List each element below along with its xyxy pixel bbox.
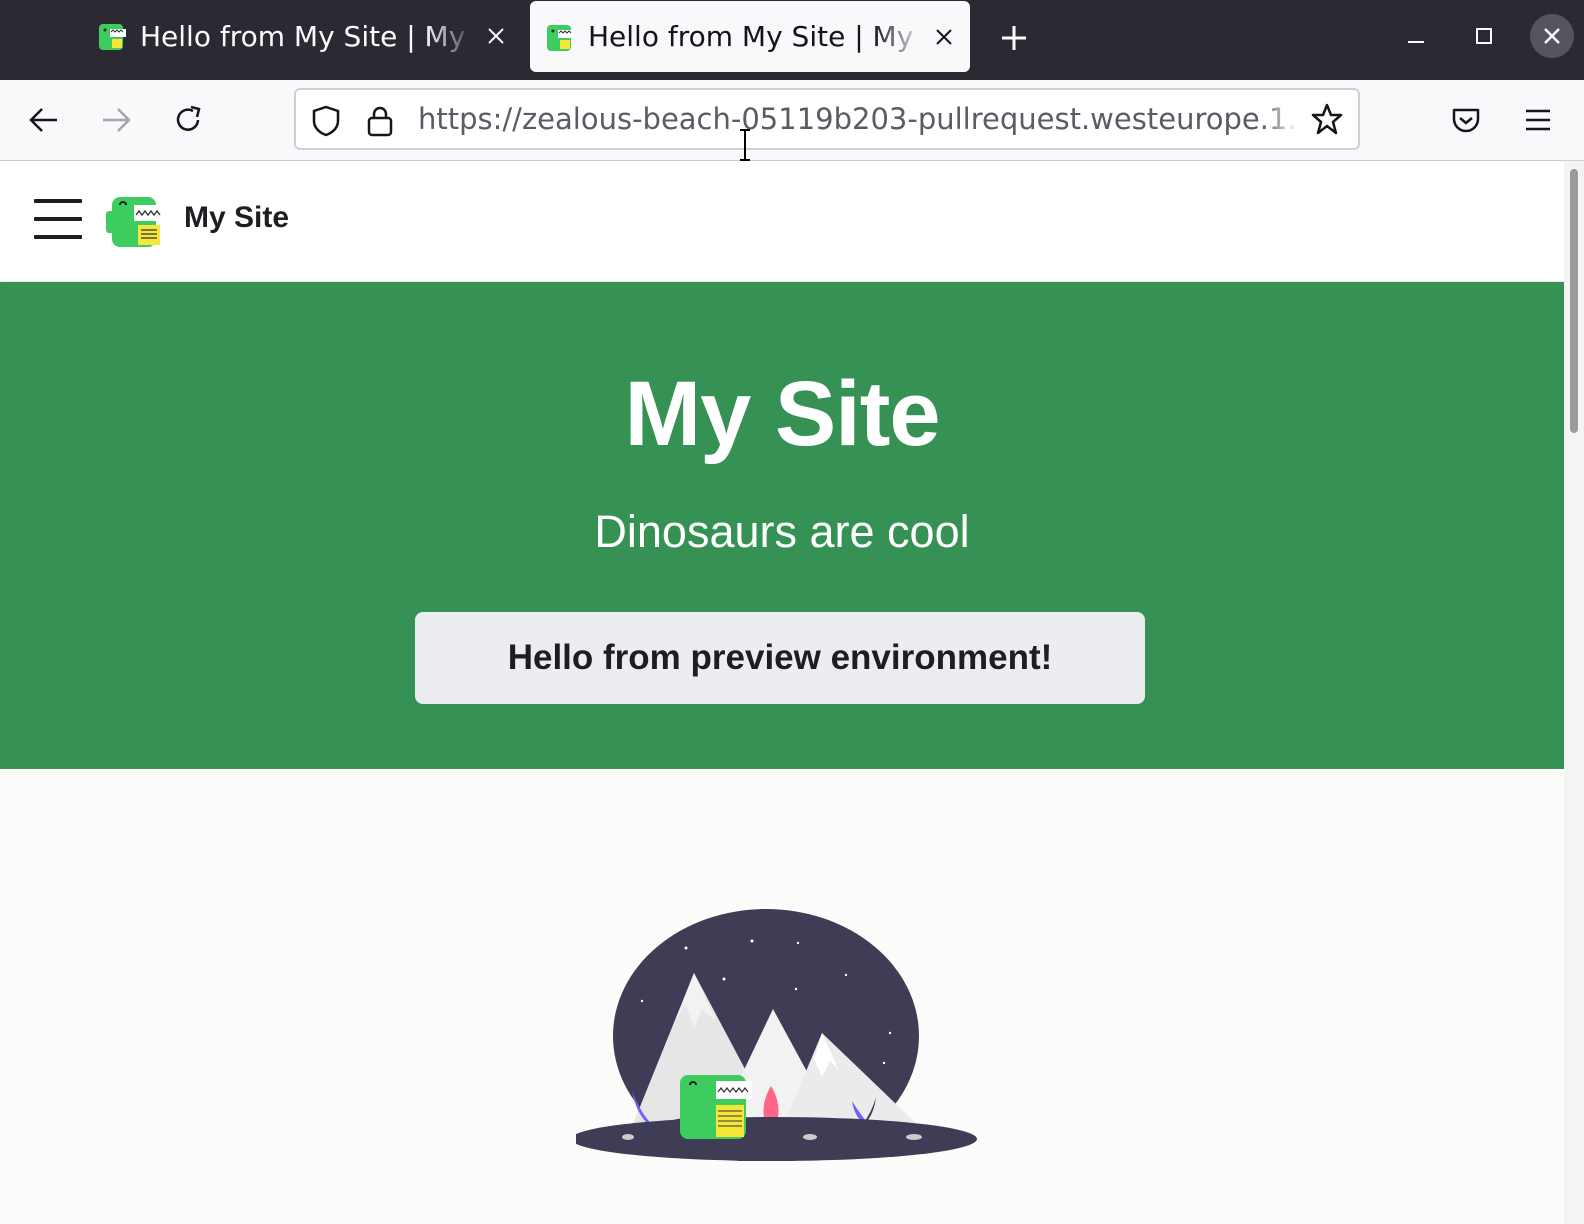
- tab-strip: Hello from My Site | My Site Hello from …: [0, 0, 1584, 80]
- back-button[interactable]: [22, 98, 66, 142]
- dinosaur-logo-icon[interactable]: [104, 193, 168, 249]
- reload-icon: [176, 105, 201, 131]
- hero-cta-button[interactable]: Hello from preview environment!: [415, 612, 1145, 704]
- maximize-icon: [1476, 28, 1492, 44]
- pocket-icon: [1452, 108, 1480, 133]
- minimize-window-button[interactable]: [1394, 14, 1438, 58]
- close-tab-icon[interactable]: [924, 17, 964, 57]
- minimize-icon: [1408, 41, 1424, 43]
- browser-tab-2[interactable]: Hello from My Site | My Site: [530, 1, 970, 72]
- shield-icon: [312, 105, 340, 137]
- plus-icon: [1002, 26, 1026, 50]
- menu-icon: [1526, 109, 1550, 131]
- scrollbar-thumb[interactable]: [1570, 169, 1578, 433]
- tab-title: Hello from My Site | My Site: [140, 19, 476, 53]
- close-tab-icon[interactable]: [476, 16, 516, 56]
- url-text: https://zealous-beach-05119b203-pullrequ…: [418, 102, 1298, 136]
- maximize-window-button[interactable]: [1462, 14, 1506, 58]
- text-cursor-icon: [740, 129, 750, 161]
- site-brand-title[interactable]: My Site: [184, 201, 289, 235]
- dinosaur-favicon-icon: [547, 24, 574, 51]
- arrow-right-icon: [103, 108, 131, 132]
- hero-banner: My Site Dinosaurs are cool Hello from pr…: [0, 282, 1564, 769]
- arrow-left-icon: [29, 108, 57, 132]
- site-navbar: My Site: [0, 161, 1564, 281]
- hero-title: My Site: [624, 363, 940, 465]
- dinosaur-mountains-illustration: [576, 909, 977, 1161]
- navigation-toolbar: https://zealous-beach-05119b203-pullrequ…: [0, 80, 1584, 161]
- dinosaur-favicon-icon: [99, 24, 126, 50]
- web-page: My Site My Site Dinosaurs are cool Hello…: [0, 161, 1564, 1224]
- page-scrollbar[interactable]: [1564, 161, 1584, 1224]
- pocket-button[interactable]: [1444, 98, 1488, 142]
- forward-button[interactable]: [94, 98, 138, 142]
- app-menu-button[interactable]: [1516, 98, 1560, 142]
- sidebar-toggle-button[interactable]: [34, 199, 82, 241]
- browser-tab-1[interactable]: Hello from My Site | My Site: [82, 0, 522, 72]
- close-icon: [1544, 28, 1560, 44]
- tab-title: Hello from My Site | My Site: [588, 20, 924, 53]
- bookmark-star-icon[interactable]: [1310, 102, 1344, 136]
- hero-tagline: Dinosaurs are cool: [594, 506, 970, 557]
- lock-icon: [367, 106, 393, 137]
- close-window-button[interactable]: [1530, 14, 1574, 58]
- address-bar[interactable]: https://zealous-beach-05119b203-pullrequ…: [294, 88, 1360, 150]
- new-tab-button[interactable]: [990, 16, 1038, 60]
- reload-button[interactable]: [166, 98, 210, 142]
